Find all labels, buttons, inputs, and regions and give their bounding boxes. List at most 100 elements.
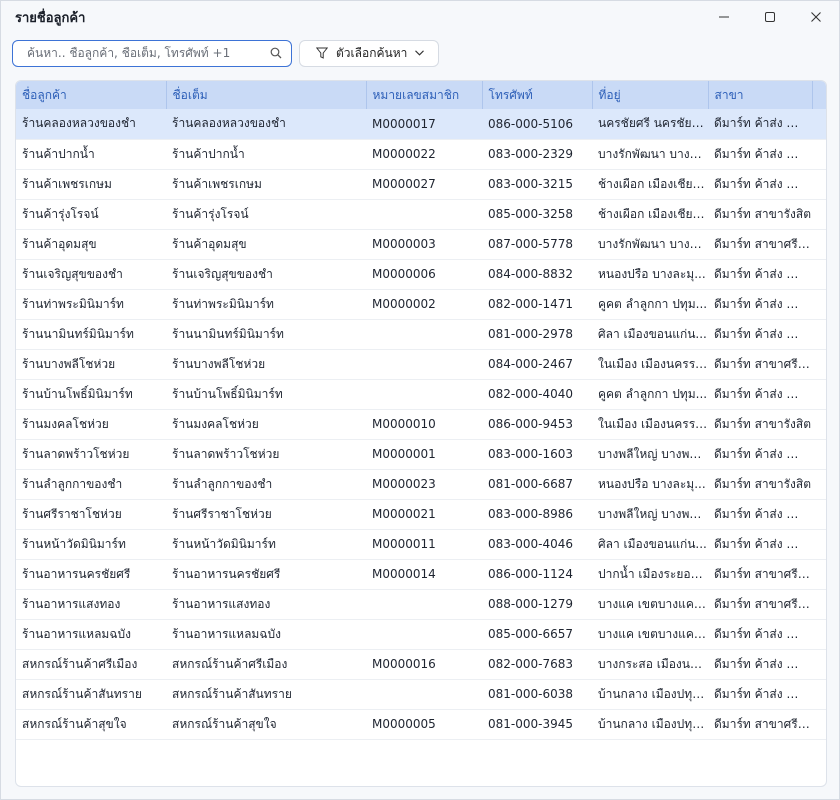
cell-branch: ดีมาร์ท สาขาศรีร...	[708, 559, 812, 590]
table-row[interactable]: ร้านค้าปากน้ำ ร้านค้าปากน้ำ M0000022 083-00…	[16, 139, 826, 170]
cell-address: ศิลา เมืองขอนแก่น...	[592, 319, 708, 350]
cell-spacer	[812, 199, 826, 230]
customer-list-window: รายชื่อลูกค้า ตัวเลือกค้นหา	[0, 0, 840, 800]
table-row[interactable]: ร้านคลองหลวงของชำ ร้านคลองหลวงของชำ M00000…	[16, 109, 826, 140]
cell-spacer	[812, 319, 826, 350]
cell-branch: ดีมาร์ท สาขารังสิต	[708, 469, 812, 500]
cell-phone: 081-000-2978	[482, 319, 592, 350]
table-row[interactable]: ร้านอาหารแสงทอง ร้านอาหารแสงทอง 088-000-12…	[16, 589, 826, 620]
window-controls	[701, 1, 839, 33]
cell-phone: 083-000-8986	[482, 499, 592, 530]
cell-full-name: ร้านลาดพร้าวโชห่วย	[166, 439, 366, 470]
cell-customer-name: ร้านบ้านโพธิ์มินิมาร์ท	[16, 379, 166, 410]
table-row[interactable]: ร้านอาหารแหลมฉบัง ร้านอาหารแหลมฉบัง 085-00…	[16, 619, 826, 650]
cell-member-number: M0000011	[366, 529, 482, 560]
cell-customer-name: ร้านลำลูกกาของชำ	[16, 469, 166, 500]
cell-phone: 086-000-5106	[482, 109, 592, 140]
cell-spacer	[812, 439, 826, 470]
cell-customer-name: ร้านคลองหลวงของชำ	[16, 109, 166, 140]
table-row[interactable]: ร้านลำลูกกาของชำ ร้านลำลูกกาของชำ M0000023…	[16, 469, 826, 500]
table-row[interactable]: ร้านท่าพระมินิมาร์ท ร้านท่าพระมินิมาร์ท M0…	[16, 289, 826, 320]
cell-full-name: ร้านหน้าวัดมินิมาร์ท	[166, 529, 366, 560]
cell-address: ปากน้ำ เมืองระยอง ร...	[592, 559, 708, 590]
table-row[interactable]: ร้านศรีราชาโชห่วย ร้านศรีราชาโชห่วย M00000…	[16, 499, 826, 530]
table-row[interactable]: ร้านค้าอุดมสุข ร้านค้าอุดมสุข M0000003 087-…	[16, 229, 826, 260]
cell-branch: ดีมาร์ท สาขาศรีร...	[708, 589, 812, 620]
cell-spacer	[812, 229, 826, 260]
maximize-button[interactable]	[747, 1, 793, 33]
table-row[interactable]: ร้านบ้านโพธิ์มินิมาร์ท ร้านบ้านโพธิ์มินิม…	[16, 379, 826, 410]
column-header-member-number[interactable]: หมายเลขสมาชิก	[366, 81, 483, 109]
table-row[interactable]: ร้านนามินทร์มินิมาร์ท ร้านนามินทร์มินิมาร…	[16, 319, 826, 350]
cell-customer-name: สหกรณ์ร้านค้าสุขใจ	[16, 709, 166, 740]
cell-spacer	[812, 649, 826, 680]
table-row[interactable]: ร้านหน้าวัดมินิมาร์ท ร้านหน้าวัดมินิมาร์ท…	[16, 529, 826, 560]
cell-full-name: ร้านอาหารแสงทอง	[166, 589, 366, 620]
cell-branch: ดีมาร์ท สาขาศรีร...	[708, 709, 812, 740]
cell-customer-name: ร้านอาหารแสงทอง	[16, 589, 166, 620]
cell-branch: ดีมาร์ท ค้าส่ง สำนั...	[708, 319, 812, 350]
table-row[interactable]: ร้านค้าเพชรเกษม ร้านค้าเพชรเกษม M0000027 08…	[16, 169, 826, 200]
cell-customer-name: ร้านค้ารุ่งโรจน์	[16, 199, 166, 230]
table-row[interactable]: ร้านอาหารนครชัยศรี ร้านอาหารนครชัยศรี M000…	[16, 559, 826, 590]
cell-address: บางพลีใหญ่ บางพลี...	[592, 439, 708, 470]
cell-full-name: สหกรณ์ร้านค้าสุขใจ	[166, 709, 366, 740]
column-header-spacer	[812, 81, 826, 109]
table-row[interactable]: ร้านบางพลีโชห่วย ร้านบางพลีโชห่วย 084-000-…	[16, 349, 826, 380]
cell-address: บางแค เขตบางแค ก...	[592, 619, 708, 650]
maximize-icon	[765, 12, 775, 22]
table-row[interactable]: สหกรณ์ร้านค้าศรีเมือง สหกรณ์ร้านค้าศรีเมื…	[16, 649, 826, 680]
window-title: รายชื่อลูกค้า	[15, 10, 86, 26]
cell-full-name: ร้านค้าอุดมสุข	[166, 229, 366, 260]
cell-branch: ดีมาร์ท สาขาศรีร...	[708, 349, 812, 380]
cell-address: บ้านกลาง เมืองปทุม...	[592, 679, 708, 710]
search-input[interactable]	[27, 46, 269, 60]
column-header-full-name[interactable]: ชื่อเต็ม	[166, 81, 367, 109]
table-row[interactable]: สหกรณ์ร้านค้าสุขใจ สหกรณ์ร้านค้าสุขใจ M000…	[16, 709, 826, 740]
cell-spacer	[812, 289, 826, 320]
cell-spacer	[812, 349, 826, 380]
cell-full-name: ร้านอาหารนครชัยศรี	[166, 559, 366, 590]
cell-address: คูคต ลำลูกกา ปทุม...	[592, 289, 708, 320]
cell-spacer	[812, 559, 826, 590]
cell-member-number: M0000021	[366, 499, 482, 530]
cell-full-name: ร้านค้าเพชรเกษม	[166, 169, 366, 200]
column-header-branch[interactable]: สาขา	[708, 81, 813, 109]
minimize-button[interactable]	[701, 1, 747, 33]
cell-full-name: ร้านคลองหลวงของชำ	[166, 109, 366, 140]
cell-customer-name: ร้านเจริญสุขของชำ	[16, 259, 166, 290]
cell-spacer	[812, 709, 826, 740]
cell-member-number	[366, 379, 482, 410]
table-row[interactable]: สหกรณ์ร้านค้าสันทราย สหกรณ์ร้านค้าสันทราย…	[16, 679, 826, 710]
cell-phone: 083-000-3215	[482, 169, 592, 200]
cell-branch: ดีมาร์ท ค้าส่ง สำนั...	[708, 259, 812, 290]
column-header-phone[interactable]: โทรศัพท์	[482, 81, 593, 109]
column-header-address[interactable]: ที่อยู่	[592, 81, 709, 109]
close-button[interactable]	[793, 1, 839, 33]
search-icon[interactable]	[269, 46, 283, 60]
search-options-button[interactable]: ตัวเลือกค้นหา	[299, 39, 440, 67]
cell-address: นครชัยศรี นครชัยศ...	[592, 109, 708, 140]
cell-full-name: ร้านค้าปากน้ำ	[166, 139, 366, 170]
cell-phone: 082-000-4040	[482, 379, 592, 410]
cell-spacer	[812, 469, 826, 500]
cell-phone: 086-000-1124	[482, 559, 592, 590]
table-row[interactable]: ร้านมงคลโชห่วย ร้านมงคลโชห่วย M0000010 086-…	[16, 409, 826, 440]
table-header-row: ชื่อลูกค้า ชื่อเต็ม หมายเลขสมาชิก โทรศัพ…	[16, 81, 826, 109]
cell-phone: 081-000-6038	[482, 679, 592, 710]
cell-phone: 082-000-1471	[482, 289, 592, 320]
cell-member-number: M0000003	[366, 229, 482, 260]
cell-address: บ้านกลาง เมืองปทุม...	[592, 709, 708, 740]
table-row[interactable]: ร้านค้ารุ่งโรจน์ ร้านค้ารุ่งโรจน์ 085-000-…	[16, 199, 826, 230]
cell-address: ช้างเผือก เมืองเชียงใ...	[592, 169, 708, 200]
cell-full-name: ร้านอาหารแหลมฉบัง	[166, 619, 366, 650]
cell-customer-name: ร้านท่าพระมินิมาร์ท	[16, 289, 166, 320]
cell-full-name: สหกรณ์ร้านค้าสันทราย	[166, 679, 366, 710]
table-row[interactable]: ร้านลาดพร้าวโชห่วย ร้านลาดพร้าวโชห่วย M000…	[16, 439, 826, 470]
close-icon	[811, 12, 821, 22]
cell-address: บางรักพัฒนา บางบั...	[592, 139, 708, 170]
cell-spacer	[812, 379, 826, 410]
table-row[interactable]: ร้านเจริญสุขของชำ ร้านเจริญสุขของชำ M00000…	[16, 259, 826, 290]
cell-branch: ดีมาร์ท ค้าส่ง สำนั...	[708, 499, 812, 530]
column-header-customer-name[interactable]: ชื่อลูกค้า	[16, 81, 167, 109]
